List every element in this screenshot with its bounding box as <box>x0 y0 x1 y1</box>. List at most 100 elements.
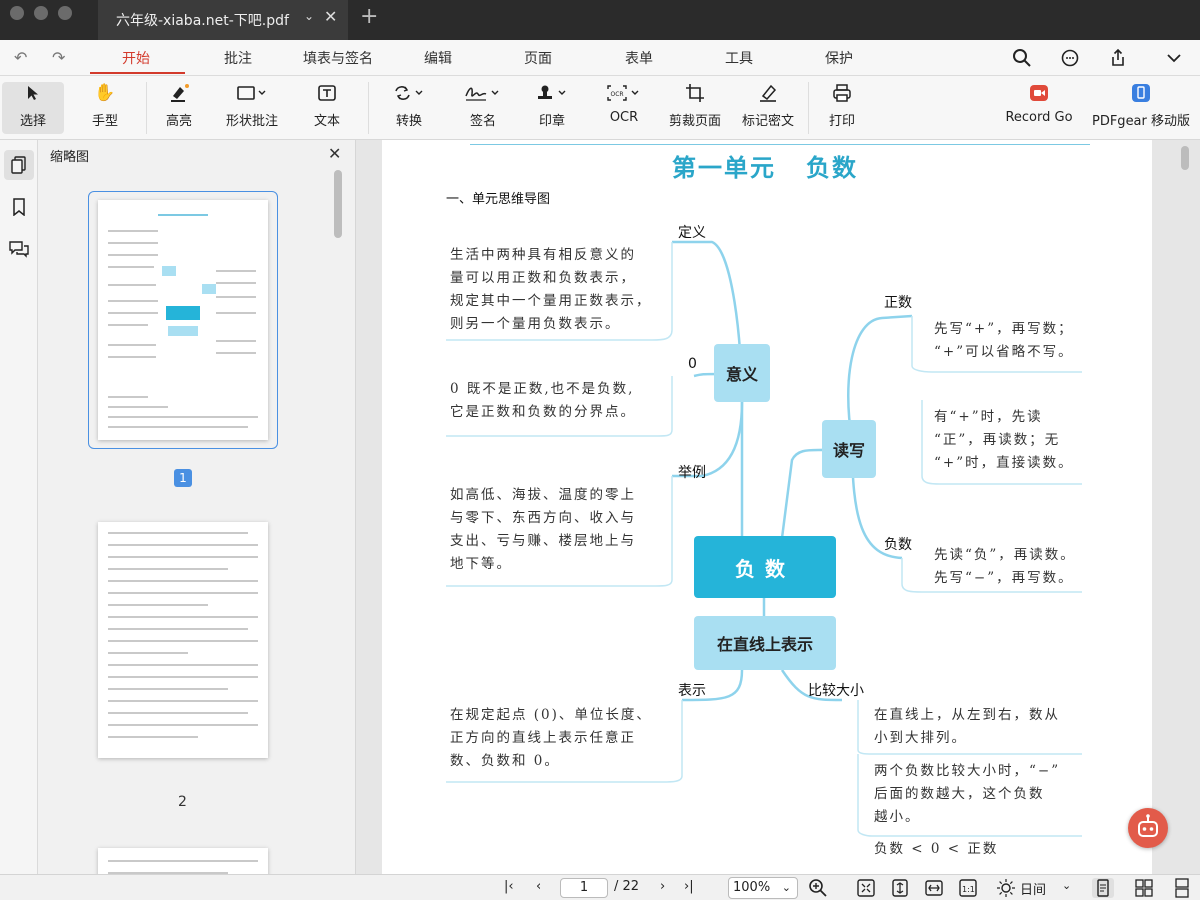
print-button[interactable]: 打印 <box>814 82 870 134</box>
mobile-app-button[interactable]: PDFgear 移动版 <box>1086 82 1196 134</box>
tab-page[interactable]: 页面 <box>524 48 552 68</box>
branch-label-definition: 定义 <box>678 225 706 241</box>
zoom-in-icon[interactable] <box>808 878 828 898</box>
theme-select[interactable]: 日间 <box>1020 879 1046 898</box>
close-window-button[interactable] <box>10 6 24 20</box>
crop-page-button[interactable]: 剪裁页面 <box>664 82 726 134</box>
comments-panel-button[interactable] <box>4 234 34 264</box>
tab-tools[interactable]: 工具 <box>725 48 753 68</box>
first-page-icon[interactable]: |‹ <box>504 879 514 894</box>
document-scrollbar[interactable] <box>1181 146 1189 170</box>
zero-text: 0 既不是正数,也不是负数, 它是正数和负数的分界点。 <box>450 381 636 420</box>
select-tool-button[interactable]: 选择 <box>2 82 64 134</box>
last-page-icon[interactable]: ›| <box>684 879 694 894</box>
actual-size-icon[interactable]: 1:1 <box>958 878 978 898</box>
title-bar: 六年级-xiaba.net-下吧.pdf ⌄ ✕ + <box>0 0 1200 40</box>
toolbar-divider <box>368 82 369 134</box>
support-icon[interactable] <box>1060 48 1080 68</box>
toolbar: 选择 ✋ 手型 高亮 形状批注 文本 转换 签名 印章 OCR OCR 剪裁页面… <box>0 76 1200 140</box>
definition-text: 生活中两种具有相反意义的 量可以用正数和负数表示， 规定其中一个量用正数表示， … <box>450 247 652 332</box>
convert-button[interactable]: 转换 <box>378 82 440 134</box>
total-pages: / 22 <box>614 879 640 894</box>
next-page-icon[interactable]: › <box>660 879 665 894</box>
mindmap-node-read-write: 读写 <box>822 420 876 478</box>
bookmark-icon <box>13 198 25 216</box>
redact-button[interactable]: 标记密文 <box>736 82 800 134</box>
close-icon[interactable]: ✕ <box>324 7 337 26</box>
tab-fill-sign[interactable]: 填表与签名 <box>303 48 373 68</box>
highlight-tool-button[interactable]: 高亮 <box>150 82 208 134</box>
tab-form[interactable]: 表单 <box>625 48 653 68</box>
signature-icon <box>465 87 499 101</box>
maximize-window-button[interactable] <box>58 6 72 20</box>
chevron-down-icon[interactable]: ⌄ <box>1062 879 1071 892</box>
cursor-icon <box>28 86 38 100</box>
thumbnails-panel: 缩略图 ✕ 1 2 <box>38 140 356 874</box>
document-tab[interactable]: 六年级-xiaba.net-下吧.pdf ⌄ ✕ <box>98 0 348 40</box>
close-icon[interactable]: ✕ <box>328 144 341 163</box>
single-page-view-button[interactable] <box>1092 878 1114 898</box>
ocr-label: OCR <box>609 110 639 125</box>
positive-text: 先写“+”，再写数； “+”可以省略不写。 <box>934 321 1074 360</box>
status-bar: |‹ ‹ 1 / 22 › ›| 100% ⌄ 1:1 日间 ⌄ <box>0 874 1200 900</box>
continuous-scroll-icon[interactable] <box>1172 878 1192 898</box>
ai-assistant-button[interactable] <box>1128 808 1168 848</box>
redact-label: 标记密文 <box>741 114 794 129</box>
sun-icon <box>997 879 1015 897</box>
compare-text-2: 两个负数比较大小时，“−” 后面的数越大，这个负数 越小。 <box>874 763 1061 825</box>
minimize-window-button[interactable] <box>34 6 48 20</box>
zoom-select[interactable]: 100% ⌄ <box>728 877 798 899</box>
hand-icon: ✋ <box>94 83 116 103</box>
menu-bar: ↶ ↷ 开始 批注 填表与签名 编辑 页面 表单 工具 保护 <box>0 40 1200 76</box>
shape-annotation-button[interactable]: 形状批注 <box>218 82 286 134</box>
active-tab-indicator <box>90 72 185 74</box>
previous-page-icon[interactable]: ‹ <box>536 879 541 894</box>
compare-text-1: 在直线上，从左到右，数从 小到大排列。 <box>874 707 1060 746</box>
chevron-down-icon: ⌄ <box>781 881 791 894</box>
tab-start[interactable]: 开始 <box>122 48 150 68</box>
svg-text:1:1: 1:1 <box>962 885 975 894</box>
thumbnails-scrollbar[interactable] <box>334 170 342 238</box>
page-thumbnail-2[interactable] <box>98 522 268 758</box>
pdf-page: 第一单元 负数 一、单元思维导图 定义 0 举例 正数 负数 表示 比较大小 意… <box>382 140 1152 874</box>
tab-protect[interactable]: 保护 <box>825 48 853 68</box>
page-thumbnail-3[interactable] <box>98 848 268 874</box>
highlighter-icon <box>171 84 189 102</box>
record-go-label: Record Go <box>1005 110 1073 125</box>
undo-icon[interactable]: ↶ <box>14 48 27 67</box>
sign-button[interactable]: 签名 <box>452 82 514 134</box>
tab-edit[interactable]: 编辑 <box>424 48 452 68</box>
fit-width-icon[interactable] <box>924 878 944 898</box>
page-number-input[interactable]: 1 <box>560 878 608 898</box>
document-viewer[interactable]: 第一单元 负数 一、单元思维导图 定义 0 举例 正数 负数 表示 比较大小 意… <box>356 140 1200 874</box>
chevron-down-icon[interactable] <box>1164 48 1184 68</box>
ocr-button[interactable]: OCR OCR <box>596 82 652 134</box>
mindmap-node-center: 负数 <box>694 536 836 598</box>
thumbnails-panel-button[interactable] <box>4 150 34 180</box>
mindmap-node-number-line: 在直线上表示 <box>694 616 836 670</box>
redact-marker-icon <box>760 84 777 102</box>
fit-page-icon[interactable] <box>856 878 876 898</box>
branch-label-example: 举例 <box>678 465 706 481</box>
text-tool-button[interactable]: 文本 <box>298 82 356 134</box>
mobile-app-label: PDFgear 移动版 <box>1091 114 1191 129</box>
page-thumbnail-1[interactable] <box>98 200 268 440</box>
tab-annotate[interactable]: 批注 <box>224 48 252 68</box>
stamp-button[interactable]: 印章 <box>524 82 580 134</box>
bookmarks-panel-button[interactable] <box>4 192 34 222</box>
text-tool-label: 文本 <box>313 114 340 129</box>
hand-tool-button[interactable]: ✋ 手型 <box>74 82 136 134</box>
stamp-label: 印章 <box>538 114 565 129</box>
share-icon[interactable] <box>1108 48 1128 68</box>
plus-icon[interactable]: + <box>360 4 378 29</box>
chevron-down-icon[interactable]: ⌄ <box>304 9 314 23</box>
record-go-button[interactable]: Record Go <box>998 82 1080 134</box>
two-page-view-icon[interactable] <box>1134 878 1154 898</box>
search-icon[interactable] <box>1012 48 1032 68</box>
branch-label-zero: 0 <box>688 356 697 372</box>
left-rail <box>0 140 38 874</box>
svg-text:OCR: OCR <box>611 91 624 98</box>
redo-icon[interactable]: ↷ <box>52 48 65 67</box>
represent-text: 在规定起点 (0)、单位长度、 正方向的直线上表示任意正 数、负数和 0。 <box>450 707 652 769</box>
fit-height-icon[interactable] <box>890 878 910 898</box>
